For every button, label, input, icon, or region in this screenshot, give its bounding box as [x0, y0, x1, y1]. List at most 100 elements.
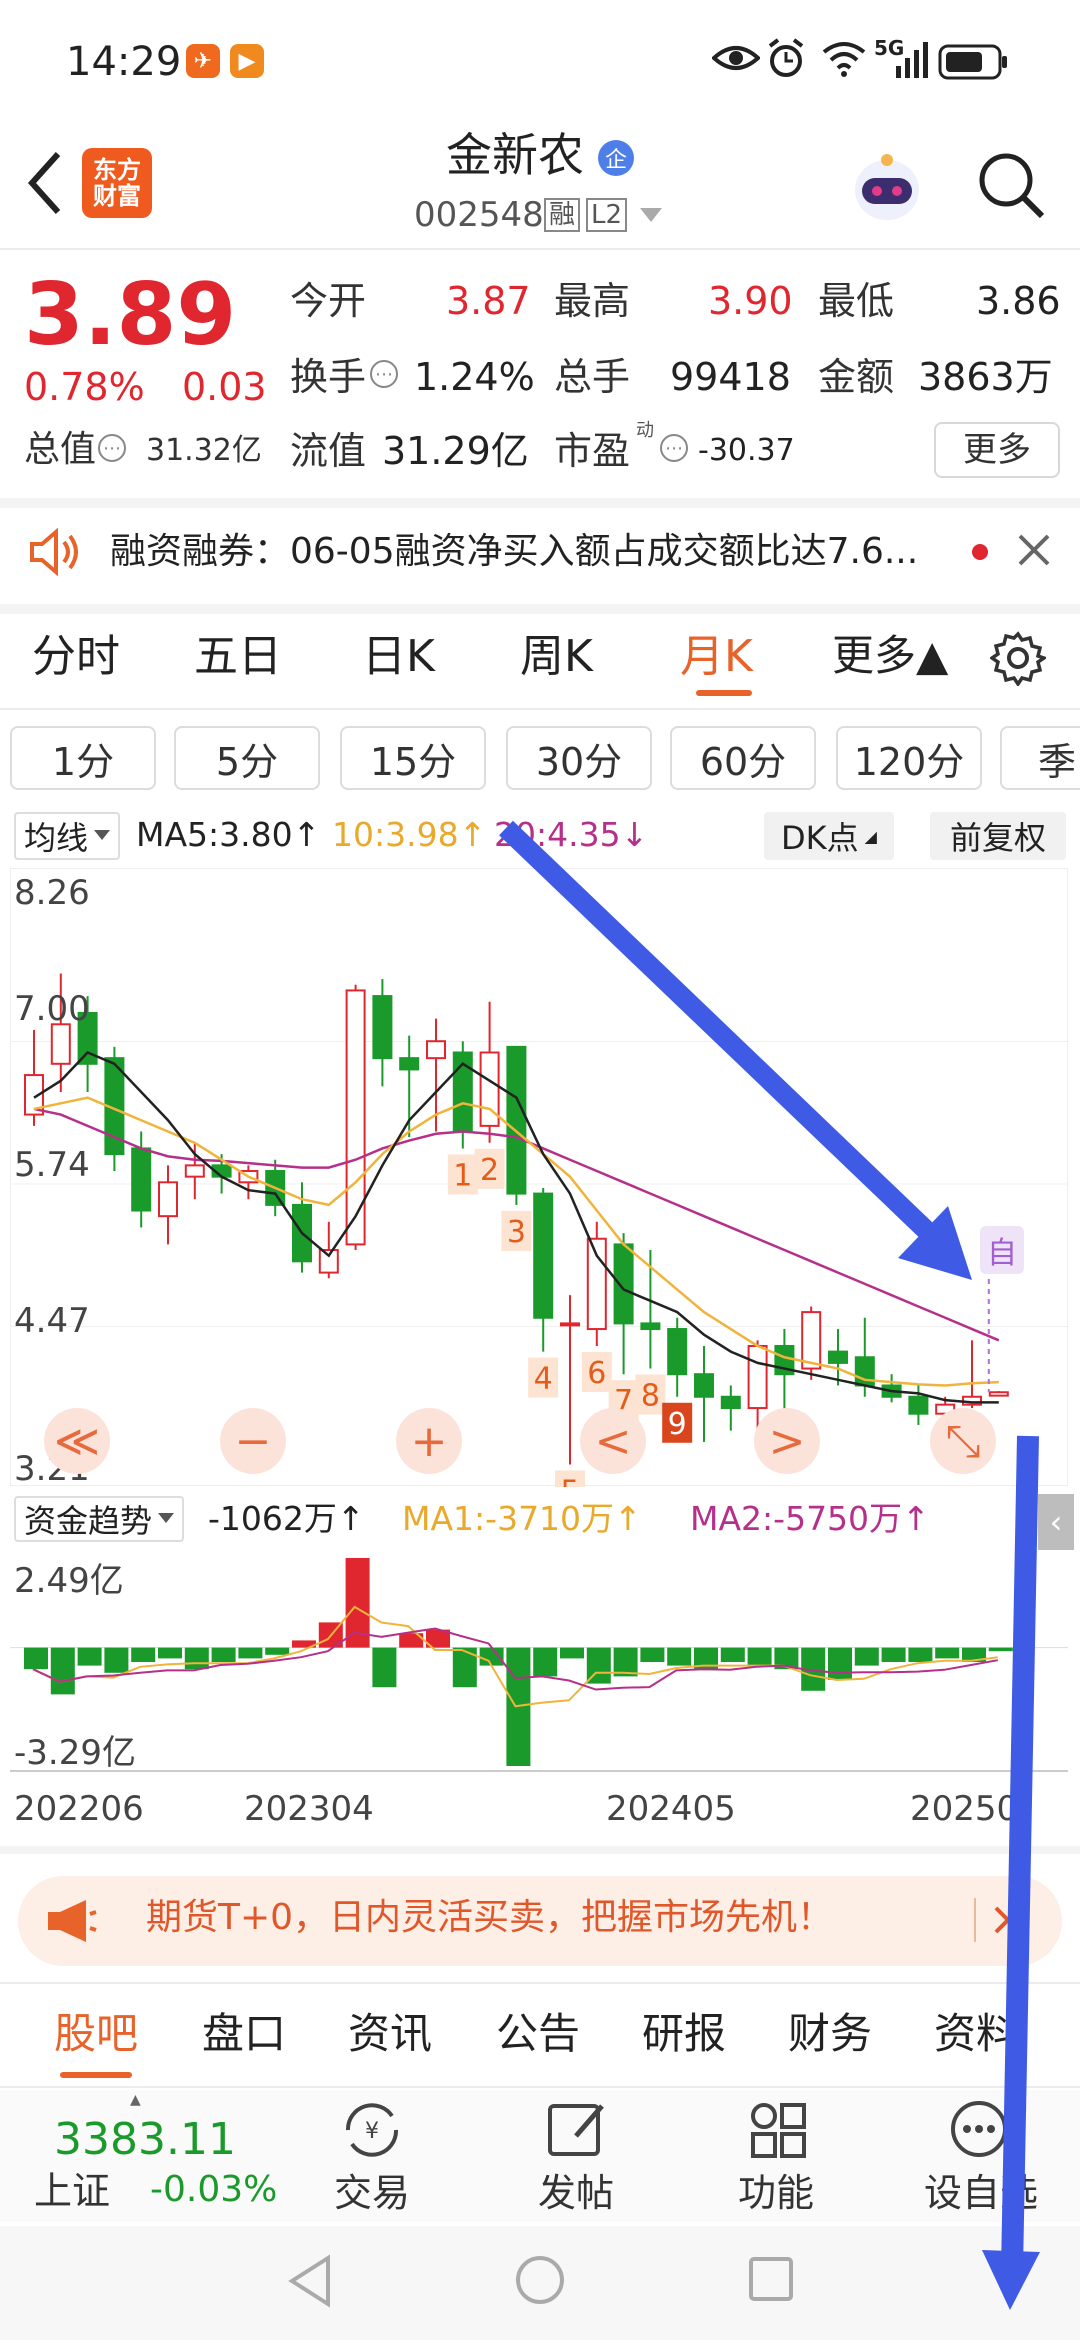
settings-gear-icon[interactable] [988, 630, 1048, 690]
candle-body [801, 1311, 822, 1370]
float-cap-value: 31.29亿 [382, 429, 529, 473]
pill-60min[interactable]: 60分 [670, 726, 816, 790]
candle-body [506, 1045, 527, 1195]
nav-post[interactable]: 发帖 [530, 2174, 622, 2212]
adjust-button[interactable]: 前复权 [930, 812, 1066, 860]
dropdown-icon[interactable] [640, 208, 662, 228]
eastmoney-logo[interactable]: 东方 财富 [82, 148, 152, 218]
capital-bar [131, 1647, 156, 1662]
tab-monthly-k[interactable]: 月K [680, 635, 753, 679]
change-amount: 0.03 [182, 365, 267, 409]
tab-news[interactable]: 资讯 [348, 2013, 432, 2055]
candle-body [560, 1322, 580, 1327]
ad-close-icon[interactable] [992, 1904, 1024, 1940]
nav-settings[interactable]: 设自选 [916, 2174, 1046, 2212]
system-back-icon[interactable] [286, 2254, 334, 2312]
ma5-value: MA5:3.80↑ [136, 815, 321, 854]
pill-5min[interactable]: 5分 [174, 726, 320, 790]
zoom-out-button[interactable]: − [220, 1408, 286, 1474]
app-root: { "status_bar": {"time": "14:29", "netwo… [0, 0, 1080, 2340]
high-label: 最高 [554, 279, 631, 323]
ma-selector[interactable]: 均线 [14, 812, 121, 860]
capital-ma2: MA2:-5750万↑ [690, 1499, 930, 1538]
capital-bar [828, 1647, 852, 1680]
megaphone-icon [46, 1898, 98, 1948]
unread-dot [972, 544, 988, 560]
tab-daily-k[interactable]: 日K [362, 635, 435, 679]
scroll-left-button[interactable]: < [580, 1408, 646, 1474]
dk-corner-icon: ◢ [864, 826, 877, 846]
signal-label[interactable]: 自 [980, 1226, 1024, 1274]
index-name[interactable]: 上证 [34, 2172, 110, 2210]
tab-orderbook[interactable]: 盘口 [202, 2013, 286, 2055]
system-home-icon[interactable] [514, 2254, 566, 2310]
more-button[interactable]: 更多 [934, 422, 1060, 478]
tab-five-day[interactable]: 五日 [194, 635, 282, 679]
index-change: -0.03% [150, 2169, 278, 2210]
robot-assistant-icon[interactable] [846, 146, 928, 232]
float-cap-label: 流值 [290, 429, 367, 473]
tab-weekly-k[interactable]: 周K [520, 635, 593, 679]
volume-label: 总手 [554, 355, 631, 399]
capital-bar [158, 1647, 182, 1659]
ad-text[interactable]: 期货T+0，日内灵活买卖，把握市场先机！ [146, 1900, 833, 1936]
capital-selector-label: 资金趋势 [24, 1502, 153, 1540]
low-value: 3.86 [976, 279, 1061, 323]
function-icon[interactable] [748, 2100, 808, 2164]
price-tick-3: 4.47 [14, 1301, 90, 1341]
date-tick-3: 20250 [910, 1789, 1019, 1829]
pill-120min[interactable]: 120分 [836, 726, 982, 790]
candle-body [640, 1322, 661, 1331]
close-notice-icon[interactable] [1016, 532, 1052, 572]
candle-body [908, 1395, 929, 1415]
signal-marker-5: 5 [560, 1474, 579, 1487]
pill-quarter[interactable]: 季 [1000, 726, 1080, 790]
pill-1min[interactable]: 1分 [10, 726, 156, 790]
trade-icon[interactable]: ¥ [336, 2100, 408, 2164]
zoom-in-button[interactable]: + [396, 1408, 462, 1474]
info-icon[interactable]: ⋯ [98, 434, 126, 462]
scroll-right-button[interactable]: > [754, 1408, 820, 1474]
nav-function[interactable]: 功能 [730, 2174, 822, 2212]
back-icon[interactable] [24, 148, 64, 222]
kline-chart[interactable]: 123456789 [10, 868, 1069, 1511]
tab-intraday[interactable]: 分时 [32, 635, 120, 679]
dk-point-button[interactable]: DK点 ◢ [764, 812, 894, 860]
capital-bar [988, 1647, 1013, 1652]
collapse-side-icon[interactable]: ‹ [1038, 1494, 1074, 1550]
tab-profile[interactable]: 资料 [934, 2013, 1018, 2055]
kline-svg: 123456789 [11, 973, 1069, 1511]
turnover-label: 换手 [290, 355, 367, 399]
tab-forum[interactable]: 股吧 [54, 2013, 138, 2055]
capital-bar [640, 1647, 665, 1662]
scroll-left-fast-button[interactable]: ≪ [44, 1408, 110, 1474]
tab-announcements[interactable]: 公告 [496, 2013, 580, 2055]
fullscreen-button[interactable]: ⤡ [930, 1408, 996, 1474]
pill-15min[interactable]: 15分 [340, 726, 486, 790]
turnover-info-icon[interactable]: ⋯ [370, 360, 398, 388]
tab-finance[interactable]: 财务 [788, 2013, 872, 2055]
market-cap-label: 总值 [24, 429, 97, 470]
capital-bar [265, 1647, 290, 1655]
pe-info-icon[interactable]: ⋯ [660, 434, 688, 462]
system-recents-icon[interactable] [748, 2256, 794, 2306]
search-icon[interactable] [976, 150, 1046, 224]
date-axis-line [10, 1770, 1068, 1772]
tab-research[interactable]: 研报 [642, 2013, 726, 2055]
candle-body [828, 1350, 848, 1364]
candle-body [158, 1181, 178, 1218]
stock-code: 002548 [414, 195, 544, 235]
nav-trade[interactable]: 交易 [326, 2174, 418, 2212]
index-value[interactable]: 3383.11 [54, 2118, 236, 2162]
capital-selector[interactable]: 资金趋势 [14, 1496, 185, 1542]
more-dots-icon[interactable] [948, 2098, 1010, 2164]
enterprise-badge: 企 [598, 140, 634, 176]
svg-text:¥: ¥ [365, 2119, 379, 2144]
open-label: 今开 [290, 279, 367, 323]
pill-30min[interactable]: 30分 [506, 726, 652, 790]
post-icon[interactable] [546, 2100, 608, 2164]
tab-more[interactable]: 更多▲ [832, 635, 948, 677]
market-cap-value: 31.32亿 [146, 433, 262, 468]
notice-text[interactable]: 融资融券：06-05融资净买入额占成交额比达7.6... [110, 534, 918, 570]
capital-chart[interactable] [10, 1554, 1068, 1770]
